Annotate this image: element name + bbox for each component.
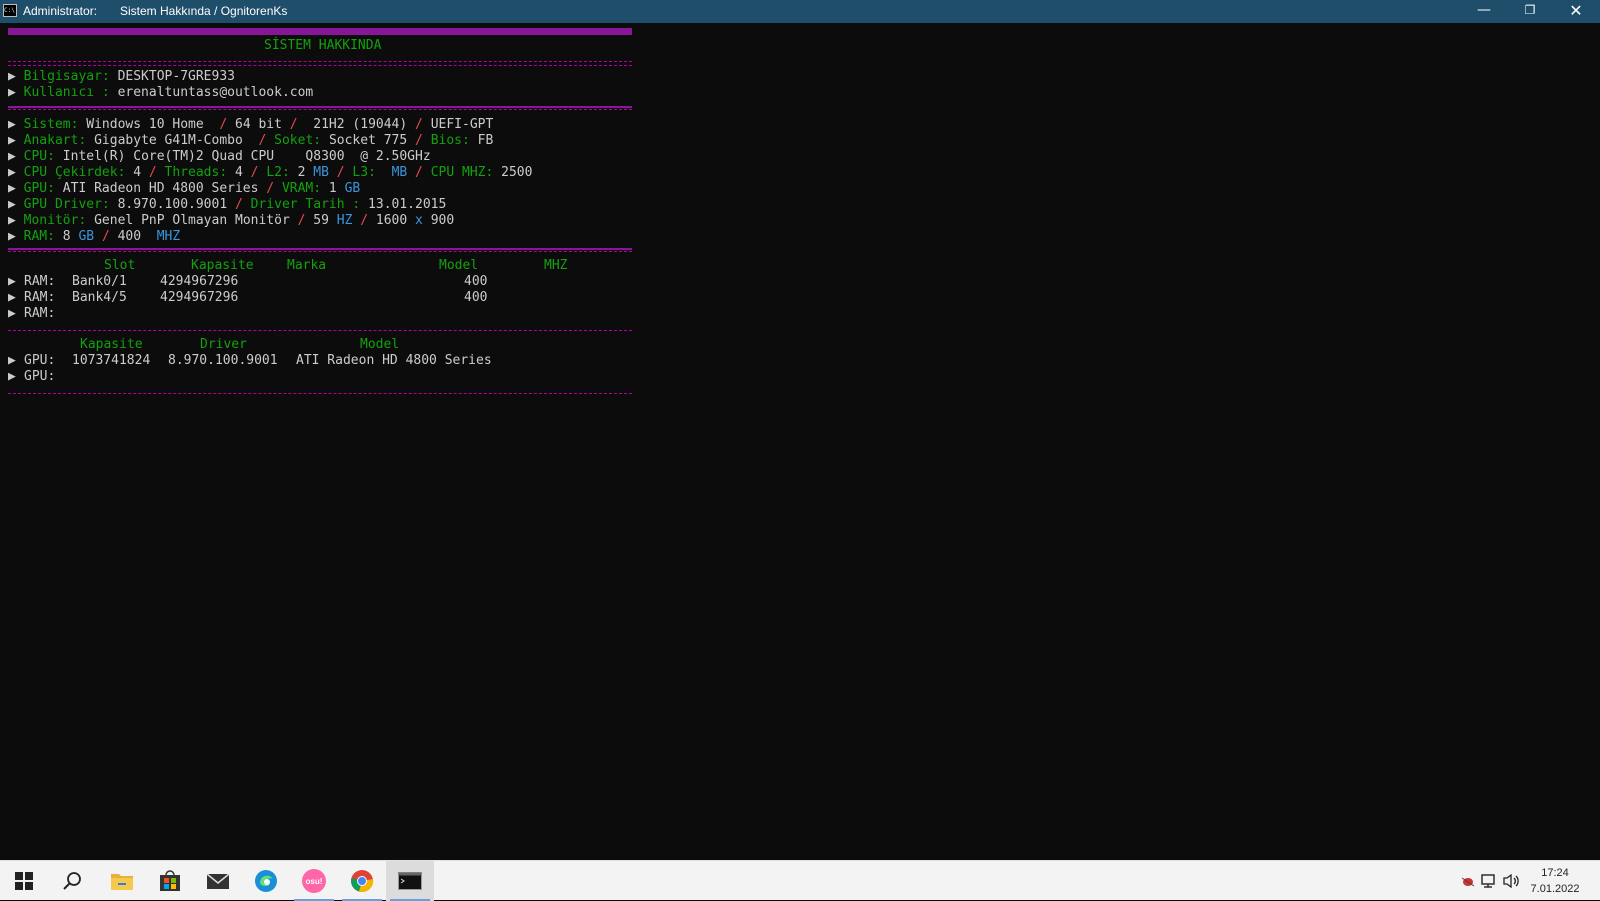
separator xyxy=(8,61,632,66)
ram-mhz: 400 xyxy=(464,274,488,289)
row-arrow: ▶ xyxy=(8,290,16,305)
edge-browser-button[interactable] xyxy=(242,861,290,901)
row-label: RAM: xyxy=(24,306,56,321)
edge-icon xyxy=(255,870,277,892)
gpu-line: ▶ GPU: ATI Radeon HD 4800 Series / VRAM:… xyxy=(8,181,361,196)
osu-app-button[interactable]: osu! xyxy=(290,861,338,901)
row-label: GPU: xyxy=(24,353,56,368)
ram-header-slot: Slot xyxy=(104,258,136,273)
ram-header-capacity: Kapasite xyxy=(191,258,254,273)
separator xyxy=(8,251,632,252)
clock-date: 7.01.2022 xyxy=(1530,883,1580,895)
gpu-header-model: Model xyxy=(360,337,400,352)
ram-capacity: 4294967296 xyxy=(160,290,239,305)
window-title: Sistem Hakkında / OgnitorenKs xyxy=(120,4,288,18)
store-icon xyxy=(160,870,180,891)
folder-icon xyxy=(111,874,133,890)
ram-mhz: 400 xyxy=(464,290,488,305)
terminal-icon xyxy=(398,872,422,890)
restore-icon[interactable]: ❐ xyxy=(1507,0,1553,23)
row-arrow: ▶ xyxy=(8,353,16,368)
title-bar: C:\ Administrator: Sistem Hakkında / Ogn… xyxy=(0,0,1600,23)
separator xyxy=(8,393,632,394)
title-user: Administrator: xyxy=(23,4,98,18)
cpu-line: ▶ CPU: Intel(R) Core(TM)2 Quad CPU Q8300… xyxy=(8,149,431,164)
gpu-driver-line: ▶ GPU Driver: 8.970.100.9001 / Driver Ta… xyxy=(8,197,447,212)
header-bar xyxy=(8,28,632,35)
close-icon[interactable]: ✕ xyxy=(1553,0,1599,23)
gpu-header-driver: Driver xyxy=(200,337,247,352)
search-button[interactable] xyxy=(48,861,96,901)
cpu-detail-line: ▶ CPU Çekirdek: 4 / Threads: 4 / L2: 2 M… xyxy=(8,165,533,180)
computer-line: ▶ Bilgisayar: DESKTOP-7GRE933 xyxy=(8,69,235,84)
mail-icon xyxy=(206,873,230,889)
console-app-button[interactable] xyxy=(386,861,434,901)
mail-button[interactable] xyxy=(194,861,242,901)
gpu-header-capacity: Kapasite xyxy=(80,337,143,352)
tray-bug-icon[interactable] xyxy=(1458,871,1478,891)
row-label: RAM: xyxy=(24,274,56,289)
separator xyxy=(8,106,632,108)
file-explorer-button[interactable] xyxy=(98,861,146,901)
page-title: SİSTEM HAKKINDA xyxy=(264,38,382,53)
gpu-driver: 8.970.100.9001 xyxy=(168,353,278,368)
ram-slot: Bank0/1 xyxy=(72,274,127,289)
gpu-model: ATI Radeon HD 4800 Series xyxy=(296,353,492,368)
ram-capacity: 4294967296 xyxy=(160,274,239,289)
minimize-icon[interactable]: — xyxy=(1461,0,1507,23)
windows-logo-icon xyxy=(15,872,33,890)
ram-slot: Bank4/5 xyxy=(72,290,127,305)
separator xyxy=(8,248,632,250)
chrome-browser-button[interactable] xyxy=(338,861,386,901)
separator xyxy=(8,330,632,331)
row-arrow: ▶ xyxy=(8,306,16,321)
network-icon[interactable] xyxy=(1480,871,1500,891)
row-arrow: ▶ xyxy=(8,369,16,384)
board-line: ▶ Anakart: Gigabyte G41M-Combo / Soket: … xyxy=(8,133,494,148)
row-label: RAM: xyxy=(24,290,56,305)
gpu-capacity: 1073741824 xyxy=(72,353,151,368)
volume-icon[interactable] xyxy=(1502,871,1522,891)
start-button[interactable] xyxy=(0,861,48,901)
row-arrow: ▶ xyxy=(8,274,16,289)
console-output[interactable]: SİSTEM HAKKINDA ▶ Bilgisayar: DESKTOP-7G… xyxy=(8,23,648,853)
search-icon xyxy=(63,872,81,890)
taskbar: osu! 17:24 7.01.2022 xyxy=(0,860,1600,901)
console-app-icon[interactable]: C:\ xyxy=(3,4,17,17)
chrome-icon xyxy=(351,870,374,892)
store-button[interactable] xyxy=(146,861,194,901)
monitor-line: ▶ Monitör: Genel PnP Olmayan Monitör / 5… xyxy=(8,213,455,228)
clock-time: 17:24 xyxy=(1541,867,1569,879)
ram-header-model: Model xyxy=(439,258,479,273)
ram-line: ▶ RAM: 8 GB / 400 MHZ xyxy=(8,229,181,244)
clock[interactable]: 17:24 7.01.2022 xyxy=(1520,865,1590,897)
user-line: ▶ Kullanıcı : erenaltuntass@outlook.com xyxy=(8,85,314,100)
osu-icon: osu! xyxy=(302,869,326,893)
system-line: ▶ Sistem: Windows 10 Home / 64 bit / 21H… xyxy=(8,117,494,132)
separator xyxy=(8,109,632,110)
ram-header-brand: Marka xyxy=(287,258,327,273)
ram-header-mhz: MHZ xyxy=(544,258,568,273)
row-label: GPU: xyxy=(24,369,56,384)
